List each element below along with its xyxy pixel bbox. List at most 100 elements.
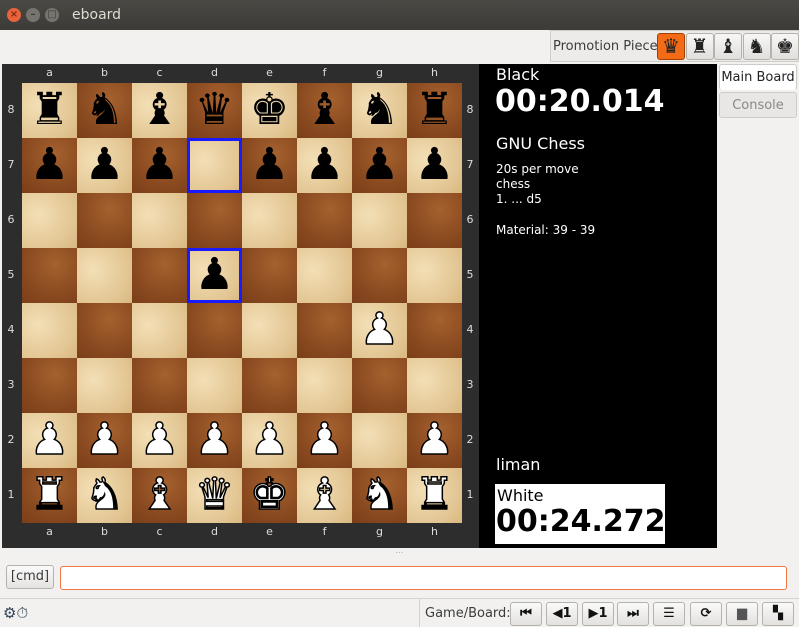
flip-board-button[interactable]: ⟳ [690, 602, 722, 626]
square-c5[interactable] [132, 248, 187, 303]
promotion-rook-button[interactable]: ♜ [685, 33, 714, 60]
square-f2[interactable]: ♟ [297, 413, 352, 468]
chess-board[interactable]: ♜ ♞ ♝ ♛ ♚ ♝ ♞ ♜ ♟ ♟ ♟ ♟ ♟ ♟ ♟ ♟ ♟ ♟ ♟ ♟ ♟ ♟ ♟ ♟ ♜ ♞ ♝ ♛ ♚ ♝ ♞ ♜ [22, 83, 462, 523]
square-a3[interactable] [22, 358, 77, 413]
white-queen-icon[interactable]: ♛ [194, 468, 235, 521]
square-c6[interactable] [132, 193, 187, 248]
black-knight-icon[interactable]: ♞ [360, 84, 399, 135]
white-pawn-icon[interactable]: ♟ [304, 413, 345, 466]
forward-move-button[interactable]: ▶1 [582, 602, 614, 626]
white-knight-icon[interactable]: ♞ [359, 468, 400, 521]
white-rook-icon[interactable]: ♜ [414, 468, 455, 521]
tab-main-board[interactable]: Main Board [719, 64, 797, 90]
black-pawn-icon[interactable]: ♟ [415, 139, 454, 190]
square-f7[interactable]: ♟ [297, 138, 352, 193]
back-move-button[interactable]: ◀1 [546, 602, 578, 626]
square-g7[interactable]: ♟ [352, 138, 407, 193]
square-f1[interactable]: ♝ [297, 468, 352, 523]
white-pawn-icon[interactable]: ♟ [414, 413, 455, 466]
square-c4[interactable] [132, 303, 187, 358]
square-b4[interactable] [77, 303, 132, 358]
square-c2[interactable]: ♟ [132, 413, 187, 468]
white-bishop-icon[interactable]: ♝ [304, 468, 345, 521]
square-d3[interactable] [187, 358, 242, 413]
square-f6[interactable] [297, 193, 352, 248]
black-bishop-icon[interactable]: ♝ [305, 84, 344, 135]
board-settings-button[interactable]: ▚ [762, 602, 794, 626]
white-pawn-icon[interactable]: ♟ [359, 303, 400, 356]
square-e5[interactable] [242, 248, 297, 303]
black-pawn-icon[interactable]: ♟ [360, 139, 399, 190]
white-pawn-icon[interactable]: ♟ [249, 413, 290, 466]
maximize-button[interactable]: □ [45, 8, 59, 22]
square-g3[interactable] [352, 358, 407, 413]
square-h4[interactable] [407, 303, 462, 358]
square-a7[interactable]: ♟ [22, 138, 77, 193]
move-list-button[interactable]: ☰ [653, 602, 685, 626]
black-queen-icon[interactable]: ♛ [195, 84, 234, 135]
square-a8[interactable]: ♜ [22, 83, 77, 138]
square-e6[interactable] [242, 193, 297, 248]
black-pawn-icon[interactable]: ♟ [250, 139, 289, 190]
square-e7[interactable]: ♟ [242, 138, 297, 193]
square-g8[interactable]: ♞ [352, 83, 407, 138]
black-bishop-icon[interactable]: ♝ [140, 84, 179, 135]
black-rook-icon[interactable]: ♜ [415, 84, 454, 135]
square-d1[interactable]: ♛ [187, 468, 242, 523]
square-g2[interactable] [352, 413, 407, 468]
square-c3[interactable] [132, 358, 187, 413]
white-pawn-icon[interactable]: ♟ [29, 413, 70, 466]
square-d5[interactable]: ♟ [187, 248, 242, 303]
cmd-button[interactable]: [cmd] [6, 565, 54, 589]
square-a6[interactable] [22, 193, 77, 248]
square-d6[interactable] [187, 193, 242, 248]
command-input[interactable] [60, 566, 787, 590]
square-e8[interactable]: ♚ [242, 83, 297, 138]
square-f4[interactable] [297, 303, 352, 358]
square-b8[interactable]: ♞ [77, 83, 132, 138]
promotion-king-button[interactable]: ♚ [771, 33, 799, 60]
engine-button[interactable]: ▆ [726, 602, 758, 626]
square-d4[interactable] [187, 303, 242, 358]
square-f8[interactable]: ♝ [297, 83, 352, 138]
square-e4[interactable] [242, 303, 297, 358]
white-bishop-icon[interactable]: ♝ [139, 468, 180, 521]
square-b5[interactable] [77, 248, 132, 303]
black-king-icon[interactable]: ♚ [250, 84, 289, 135]
black-pawn-icon[interactable]: ♟ [195, 249, 234, 300]
minimize-button[interactable]: – [26, 8, 40, 22]
black-pawn-icon[interactable]: ♟ [140, 139, 179, 190]
square-d8[interactable]: ♛ [187, 83, 242, 138]
white-pawn-icon[interactable]: ♟ [194, 413, 235, 466]
close-button[interactable]: × [7, 8, 21, 22]
square-b2[interactable]: ♟ [77, 413, 132, 468]
black-pawn-icon[interactable]: ♟ [30, 139, 69, 190]
white-knight-icon[interactable]: ♞ [84, 468, 125, 521]
square-e3[interactable] [242, 358, 297, 413]
splitter-handle[interactable]: ⋯ [0, 549, 799, 557]
square-b3[interactable] [77, 358, 132, 413]
square-g1[interactable]: ♞ [352, 468, 407, 523]
square-f3[interactable] [297, 358, 352, 413]
square-h8[interactable]: ♜ [407, 83, 462, 138]
square-c8[interactable]: ♝ [132, 83, 187, 138]
square-h5[interactable] [407, 248, 462, 303]
tab-console[interactable]: Console [719, 92, 797, 118]
square-h3[interactable] [407, 358, 462, 413]
square-c1[interactable]: ♝ [132, 468, 187, 523]
square-h6[interactable] [407, 193, 462, 248]
square-g5[interactable] [352, 248, 407, 303]
white-rook-icon[interactable]: ♜ [29, 468, 70, 521]
black-knight-icon[interactable]: ♞ [85, 84, 124, 135]
square-h1[interactable]: ♜ [407, 468, 462, 523]
white-pawn-icon[interactable]: ♟ [139, 413, 180, 466]
square-d2[interactable]: ♟ [187, 413, 242, 468]
square-g4[interactable]: ♟ [352, 303, 407, 358]
square-a4[interactable] [22, 303, 77, 358]
last-move-button[interactable]: ⏭ [617, 602, 649, 626]
square-e1[interactable]: ♚ [242, 468, 297, 523]
promotion-bishop-button[interactable]: ♝ [714, 33, 742, 60]
square-b6[interactable] [77, 193, 132, 248]
promotion-queen-button[interactable]: ♛ [657, 33, 685, 60]
square-h2[interactable]: ♟ [407, 413, 462, 468]
